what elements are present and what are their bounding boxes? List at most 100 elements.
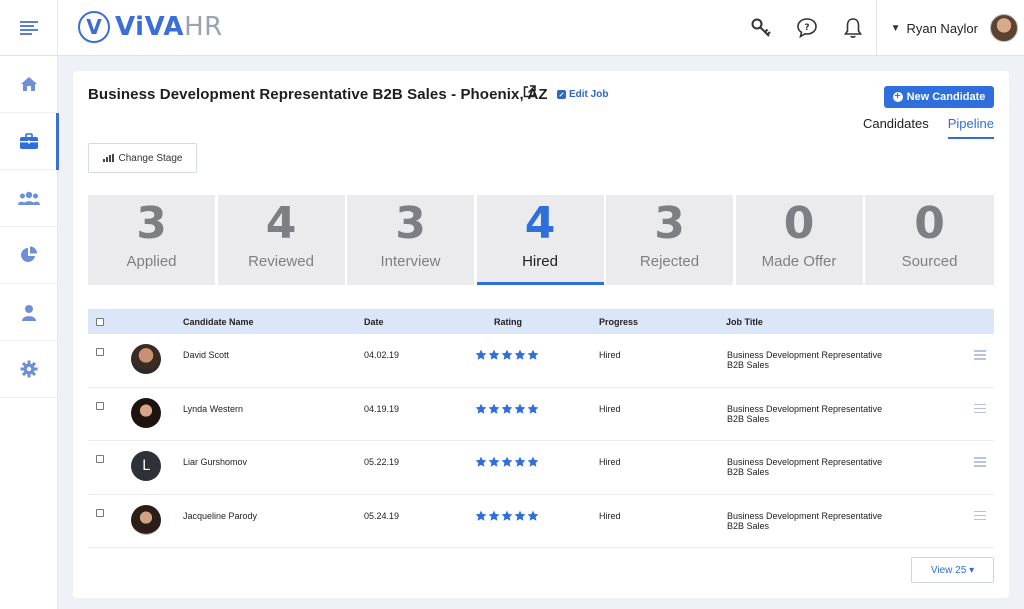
svg-text:?: ? [804,23,809,33]
avatar [131,344,161,374]
row-menu-icon[interactable] [974,510,986,523]
star-icon [501,456,513,467]
edit-job-label: Edit Job [569,89,609,100]
star-icon [475,403,487,414]
pipeline-stages: 3 Applied 4 Reviewed 3 Interview 4 Hired… [88,195,994,285]
stage-interview[interactable]: 3 Interview [347,195,474,285]
stage-count: 0 [914,198,945,249]
change-stage-button[interactable]: Change Stage [88,143,197,173]
header-date[interactable]: Date [364,317,384,327]
user-menu[interactable]: ▼ Ryan Naylor [877,0,1024,56]
star-icon [514,403,526,414]
stage-count: 3 [136,198,167,249]
user-name: Ryan Naylor [906,20,978,36]
rating-stars[interactable] [475,403,540,415]
job-title-line1: Business Development Representative [727,403,883,414]
stage-reviewed[interactable]: 4 Reviewed [217,195,345,285]
pie-chart-icon [21,246,37,262]
candidate-job-title: Business Development Representative B2B S… [727,511,927,531]
new-candidate-button[interactable]: + New Candidate [884,86,994,108]
candidate-progress: Hired [599,350,621,360]
stage-made-offer[interactable]: 0 Made Offer [735,195,863,285]
user-avatar [990,14,1018,42]
row-checkbox[interactable] [96,401,104,410]
key-icon [751,18,771,37]
star-icon [488,456,500,467]
star-icon [527,403,539,414]
candidate-name[interactable]: Liar Gurshomov [183,457,247,467]
logo-wordmark: ViVAHR [115,12,223,42]
sidebar-item-reports[interactable] [0,227,58,284]
app-logo[interactable]: V ViVAHR [78,10,223,44]
stage-label: Made Offer [761,253,837,270]
candidate-name[interactable]: David Scott [183,350,229,360]
row-menu-icon[interactable] [974,403,986,416]
star-icon [527,456,539,467]
star-icon [514,456,526,467]
select-all-checkbox[interactable] [96,318,104,326]
page-title: Business Development Representative B2B … [88,86,548,103]
table-row[interactable]: Lynda Western 04.19.19 Hired Business De… [88,388,994,441]
bell-icon [843,18,862,38]
stage-label: Hired [522,253,558,270]
table-row[interactable]: David Scott 04.02.19 Hired Business Deve… [88,334,994,388]
rating-stars[interactable] [475,510,540,522]
avatar: L [131,451,161,481]
stage-count: 3 [395,198,426,249]
stage-sourced[interactable]: 0 Sourced [865,195,994,285]
tab-pipeline[interactable]: Pipeline [947,114,994,139]
menu-toggle-button[interactable] [0,0,58,56]
open-external-button[interactable] [523,85,536,103]
tab-candidates[interactable]: Candidates [863,114,929,139]
stage-label: Reviewed [248,253,314,270]
gear-icon [20,360,38,378]
row-menu-icon[interactable] [974,457,986,469]
sidebar-item-profile[interactable] [0,284,58,341]
stage-applied[interactable]: 3 Applied [88,195,215,285]
external-link-icon [523,85,536,98]
stage-rejected[interactable]: 3 Rejected [606,195,733,285]
keys-button[interactable] [738,0,784,56]
messages-button[interactable]: ? [784,0,830,56]
sidebar-item-settings[interactable] [0,341,58,398]
row-checkbox[interactable] [96,508,104,517]
stage-count: 0 [783,198,815,249]
candidate-progress: Hired [599,510,621,521]
edit-icon [557,90,566,99]
star-icon [501,403,513,414]
bar-chart-icon [102,154,115,162]
stage-hired[interactable]: 4 Hired [476,195,604,285]
view-tabs: Candidates Pipeline [844,114,994,139]
stage-count: 3 [654,198,685,249]
edit-job-link[interactable]: Edit Job [557,89,608,100]
row-menu-icon[interactable] [974,350,986,362]
table-row[interactable]: Jacqueline Parody 05.24.19 Hired Busines… [88,495,994,548]
candidate-date: 04.19.19 [364,403,400,414]
header-candidate-name[interactable]: Candidate Name [183,317,254,327]
sidebar-item-people[interactable] [0,170,58,227]
notifications-button[interactable] [830,0,876,56]
candidate-job-title: Business Development Representative B2B S… [727,457,927,477]
candidates-table: Candidate Name Date Rating Progress Job … [88,309,994,548]
table-row[interactable]: L Liar Gurshomov 05.22.19 Hired Business… [88,441,994,495]
stage-label: Rejected [639,253,700,270]
candidate-progress: Hired [599,403,621,414]
star-icon [475,510,487,521]
row-checkbox[interactable] [96,455,104,463]
job-title-line2: B2B Sales [727,413,770,424]
chevron-down-icon: ▼ [890,22,901,34]
row-checkbox[interactable] [96,348,104,356]
page-size-select[interactable]: View 25 ▾ [911,557,994,583]
candidate-name[interactable]: Jacqueline Parody [183,511,257,521]
star-icon [527,349,539,360]
header-progress[interactable]: Progress [599,317,638,327]
candidate-name[interactable]: Lynda Western [183,404,243,414]
header-job-title[interactable]: Job Title [726,317,763,327]
users-icon [18,191,40,205]
header-rating[interactable]: Rating [494,317,522,327]
rating-stars[interactable] [475,456,540,468]
sidebar-item-jobs[interactable] [0,113,59,170]
star-icon [488,403,500,414]
rating-stars[interactable] [475,349,540,361]
sidebar-item-home[interactable] [0,56,58,113]
